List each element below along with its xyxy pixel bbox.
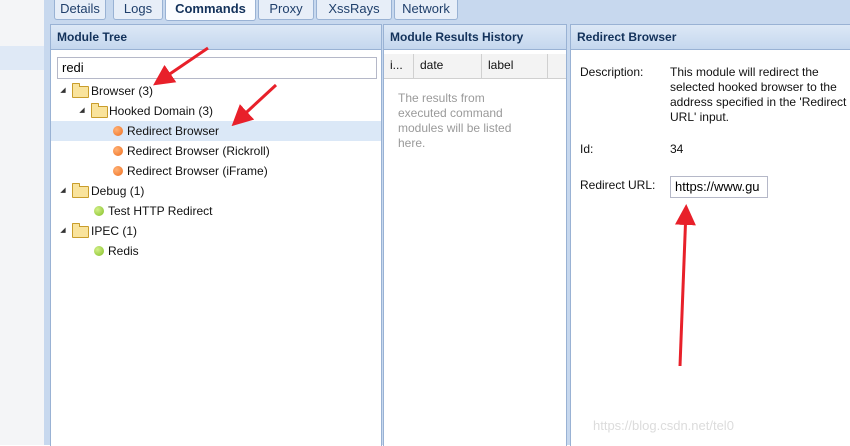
- folder-icon: [72, 83, 89, 98]
- collapse-triangle-icon[interactable]: ◢: [59, 81, 67, 101]
- tree-node-ipec[interactable]: ◢ IPEC (1): [51, 221, 381, 241]
- tree-node-debug[interactable]: ◢ Debug (1): [51, 181, 381, 201]
- status-dot-orange-icon: [113, 146, 123, 156]
- tab-logs[interactable]: Logs: [113, 0, 163, 20]
- module-search-box[interactable]: [57, 57, 377, 79]
- status-dot-green-icon: [94, 206, 104, 216]
- description-label: Description:: [580, 65, 644, 79]
- results-history-panel: Module Results History i... date label T…: [383, 24, 567, 446]
- tree-node-redis[interactable]: Redis: [51, 241, 381, 261]
- tree-node-redirect-browser[interactable]: Redirect Browser: [51, 121, 381, 141]
- folder-icon: [91, 103, 108, 118]
- tree-node-browser[interactable]: ◢ Browser (3): [51, 81, 381, 101]
- results-column-header: i... date label: [384, 54, 566, 79]
- module-detail-header: Redirect Browser: [571, 25, 850, 50]
- tab-commands[interactable]: Commands: [165, 0, 256, 21]
- tab-xssrays[interactable]: XssRays: [316, 0, 392, 20]
- redirect-url-label: Redirect URL:: [580, 178, 656, 192]
- redirect-url-field[interactable]: [670, 176, 768, 198]
- status-dot-green-icon: [94, 246, 104, 256]
- tab-proxy[interactable]: Proxy: [258, 0, 314, 20]
- watermark-text: https://blog.csdn.net/tel0: [593, 418, 734, 433]
- folder-icon: [72, 183, 89, 198]
- description-text: This module will redirect the selected h…: [670, 65, 847, 124]
- results-empty-message: The results from executed command module…: [398, 91, 512, 150]
- tab-network[interactable]: Network: [394, 0, 458, 20]
- tree-node-label: Browser (3): [91, 84, 154, 98]
- left-sidebar-strip: [0, 0, 45, 445]
- column-id[interactable]: i...: [384, 54, 414, 78]
- tree-node-label: Debug (1): [91, 184, 145, 198]
- tree-node-label: Hooked Domain (3): [109, 104, 214, 118]
- collapse-triangle-icon[interactable]: ◢: [78, 101, 86, 121]
- module-detail-panel: Redirect Browser Description: This modul…: [570, 24, 850, 446]
- module-tree-panel: Module Tree ◢ Browser (3) ◢ Hooked Domai…: [50, 24, 382, 446]
- tree-node-label: Redis: [108, 244, 139, 258]
- tree-node-redirect-browser-iframe[interactable]: Redirect Browser (iFrame): [51, 161, 381, 181]
- id-value: 34: [670, 142, 684, 156]
- module-tree-header: Module Tree: [51, 25, 381, 50]
- results-history-header: Module Results History: [384, 25, 566, 50]
- column-date[interactable]: date: [414, 54, 482, 78]
- tree-node-label: Test HTTP Redirect: [108, 204, 213, 218]
- tree-node-label: Redirect Browser (Rickroll): [127, 144, 270, 158]
- main-frame: Details Logs Commands Proxy XssRays Netw…: [44, 0, 850, 446]
- status-dot-orange-icon: [113, 166, 123, 176]
- folder-icon: [72, 223, 89, 238]
- tree-node-test-http-redirect[interactable]: Test HTTP Redirect: [51, 201, 381, 221]
- collapse-triangle-icon[interactable]: ◢: [59, 221, 67, 241]
- column-label[interactable]: label: [482, 54, 548, 78]
- id-label: Id:: [580, 142, 594, 156]
- status-dot-orange-icon: [113, 126, 123, 136]
- tab-details[interactable]: Details: [54, 0, 106, 20]
- tree-node-label: IPEC (1): [91, 224, 138, 238]
- tree-node-label: Redirect Browser (iFrame): [127, 164, 268, 178]
- tab-bar: Details Logs Commands Proxy XssRays Netw…: [44, 0, 850, 22]
- collapse-triangle-icon[interactable]: ◢: [59, 181, 67, 201]
- tree-node-redirect-browser-rickroll[interactable]: Redirect Browser (Rickroll): [51, 141, 381, 161]
- tree-node-hooked-domain[interactable]: ◢ Hooked Domain (3): [51, 101, 381, 121]
- module-search-input[interactable]: [58, 58, 376, 76]
- redirect-url-input[interactable]: [671, 177, 767, 195]
- left-sidebar-selected-item[interactable]: [0, 46, 44, 70]
- tree-node-label: Redirect Browser: [127, 124, 220, 138]
